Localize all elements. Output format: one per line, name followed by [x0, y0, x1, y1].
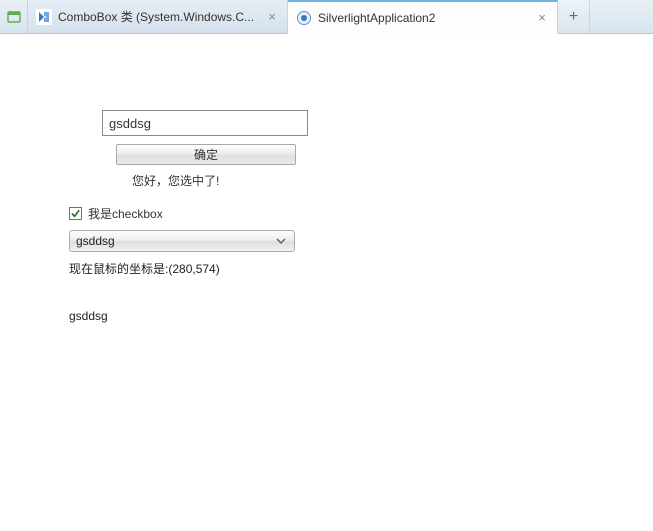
tab-silverlight-app[interactable]: SilverlightApplication2 ×: [288, 0, 558, 34]
combobox-selected: gsddsg: [76, 234, 274, 248]
coords-value: (280,574): [168, 262, 219, 276]
greeting-text: 您好，您选中了!: [102, 172, 219, 189]
tab-title: SilverlightApplication2: [318, 11, 529, 25]
text-input[interactable]: [102, 110, 308, 136]
coords-prefix: 现在鼠标的坐标是:: [69, 262, 168, 276]
tab-bar: ComboBox 类 (System.Windows.C... × Silver…: [0, 0, 653, 34]
tab-close-icon[interactable]: ×: [265, 10, 279, 24]
chevron-down-icon: [274, 238, 288, 244]
new-tab-button[interactable]: +: [558, 0, 590, 33]
page-content: 确定 您好，您选中了! 我是checkbox gsddsg 现在鼠标的坐标是:(…: [0, 34, 653, 323]
tab-combobox-docs[interactable]: ComboBox 类 (System.Windows.C... ×: [28, 0, 288, 33]
checkbox-row: 我是checkbox: [69, 205, 653, 222]
mouse-coords-text: 现在鼠标的坐标是:(280,574): [69, 260, 653, 277]
favicon-silverlight-icon: [296, 10, 312, 26]
window-menu-icon[interactable]: [0, 0, 28, 33]
favicon-msdocs-icon: [36, 9, 52, 25]
combobox[interactable]: gsddsg: [69, 230, 295, 252]
checkbox[interactable]: [69, 207, 82, 220]
output-text: gsddsg: [69, 309, 653, 323]
tab-close-icon[interactable]: ×: [535, 11, 549, 25]
confirm-button[interactable]: 确定: [116, 144, 296, 165]
plus-icon: +: [569, 9, 578, 25]
tab-title: ComboBox 类 (System.Windows.C...: [58, 8, 259, 25]
checkbox-label: 我是checkbox: [88, 205, 163, 222]
